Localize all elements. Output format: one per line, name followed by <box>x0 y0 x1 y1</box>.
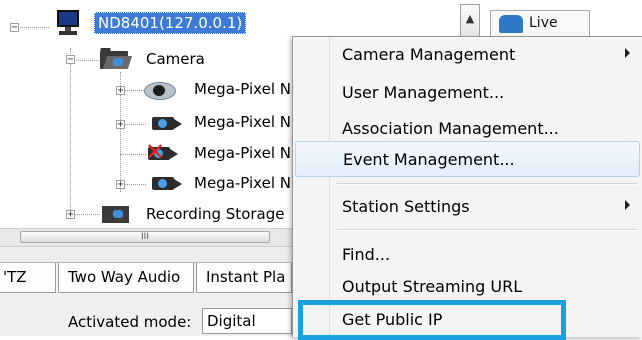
menu-separator <box>337 229 637 231</box>
menu-item-user-management[interactable]: User Management... <box>295 75 640 113</box>
menu-item-label: Event Management... <box>343 150 515 169</box>
tree-connector <box>124 184 146 185</box>
activated-mode-label: Activated mode: <box>68 313 192 331</box>
device-tree[interactable]: − ND8401(127.0.0.1) − Camera + Mega-Pixe… <box>0 0 292 228</box>
scrollbar-thumb[interactable]: III <box>20 231 270 243</box>
context-menu: Camera Management User Management... Ass… <box>292 36 642 337</box>
menu-item-camera-management[interactable]: Camera Management <box>295 37 640 75</box>
tree-connector <box>73 60 99 61</box>
submenu-arrow-icon <box>625 48 630 58</box>
tree-camera-4-label[interactable]: Mega-Pixel N <box>194 174 291 192</box>
box-camera-icon <box>150 114 184 132</box>
mode-panel: Activated mode: Digital <box>0 294 292 336</box>
expand-toggle[interactable]: + <box>66 210 75 220</box>
tab-ptz[interactable]: 'TZ <box>0 263 56 293</box>
tab-strip: 'TZ Two Way Audio Instant Pla <box>0 262 292 295</box>
live-view-icon <box>499 15 523 33</box>
expand-toggle[interactable]: + <box>116 180 125 190</box>
submenu-arrow-icon <box>625 200 630 210</box>
live-view-button[interactable]: Live View <box>490 10 590 55</box>
tree-camera-folder-label[interactable]: Camera <box>146 50 205 68</box>
collapse-toggle[interactable]: − <box>10 23 19 33</box>
tree-connector <box>15 27 49 28</box>
menu-item-label: Station Settings <box>342 197 470 216</box>
menu-item-station-settings[interactable]: Station Settings <box>295 189 640 227</box>
activated-mode-select[interactable]: Digital <box>202 308 292 334</box>
menu-item-label: User Management... <box>342 83 505 102</box>
camera-disconnected-icon: ✕ <box>145 140 180 164</box>
horizontal-scrollbar[interactable]: III <box>0 228 292 247</box>
tree-connector <box>124 124 146 125</box>
highlight-annotation-box <box>298 300 566 340</box>
menu-item-label: Camera Management <box>342 45 516 64</box>
recording-storage-icon <box>102 204 132 224</box>
monitor-icon <box>55 10 81 36</box>
expand-toggle[interactable]: + <box>116 120 125 130</box>
box-camera-icon <box>150 174 184 192</box>
expand-toggle[interactable]: + <box>116 86 125 96</box>
menu-item-label: Association Management... <box>342 119 559 138</box>
menu-item-label: Output Streaming URL <box>342 277 523 296</box>
tree-camera-3-label[interactable]: Mega-Pixel N <box>194 144 291 162</box>
menu-item-event-management[interactable]: Event Management... <box>295 141 640 177</box>
tree-connector <box>70 64 71 214</box>
tree-connector <box>74 214 100 215</box>
menu-separator <box>337 183 637 185</box>
tab-instant-playback[interactable]: Instant Pla <box>196 263 292 293</box>
panel-divider <box>0 247 292 262</box>
tree-connector <box>120 154 146 155</box>
camera-folder-icon <box>100 48 133 70</box>
menu-item-label: Find... <box>342 245 391 264</box>
scroll-up-button[interactable]: ▲ <box>460 4 480 40</box>
tree-root-label[interactable]: ND8401(127.0.0.1) <box>94 12 247 34</box>
tree-recording-storage-label[interactable]: Recording Storage <box>146 205 284 223</box>
dome-camera-icon <box>142 79 176 101</box>
tree-camera-1-label[interactable]: Mega-Pixel N <box>194 80 291 98</box>
collapse-toggle[interactable]: − <box>66 55 75 65</box>
tab-two-way-audio[interactable]: Two Way Audio <box>58 263 194 293</box>
tree-camera-2-label[interactable]: Mega-Pixel N <box>194 113 291 131</box>
